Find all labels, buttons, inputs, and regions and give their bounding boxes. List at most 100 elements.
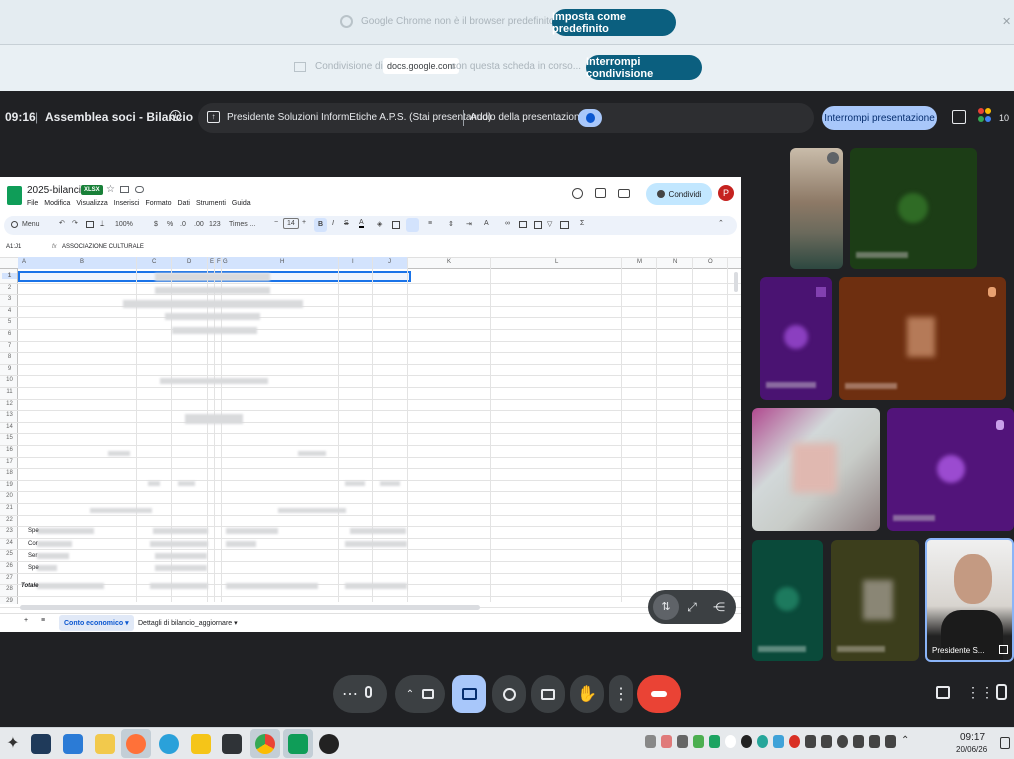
tray-icon[interactable] — [645, 735, 656, 748]
clock-time[interactable]: 09:17 — [960, 732, 985, 743]
row-number[interactable]: 7 — [2, 343, 17, 349]
app-icon[interactable] — [31, 734, 51, 754]
chart-icon[interactable] — [534, 221, 542, 229]
audio-toggle[interactable] — [578, 109, 602, 127]
self-view-tile[interactable]: Presidente S... — [925, 538, 1014, 662]
row-number[interactable]: 5 — [2, 319, 17, 325]
row-number[interactable]: 6 — [2, 331, 17, 337]
menu-format[interactable]: Formato — [145, 200, 171, 207]
percent-format[interactable]: % — [167, 221, 173, 228]
row-number[interactable]: 11 — [2, 389, 17, 395]
col-l[interactable]: L — [555, 259, 558, 265]
all-sheets-icon[interactable]: ≡ — [41, 617, 45, 624]
comment-icon[interactable] — [595, 188, 606, 198]
share-icon[interactable]: ⋲ — [706, 594, 732, 620]
row-number[interactable]: 19 — [2, 482, 17, 488]
filter-icon[interactable]: ▽ — [547, 220, 552, 228]
row-number[interactable]: 27 — [2, 575, 17, 581]
text-color-button[interactable]: A — [359, 219, 364, 228]
link-icon[interactable]: ∞ — [505, 220, 510, 227]
filter-views-icon[interactable] — [560, 221, 569, 229]
row-number[interactable]: 3 — [2, 296, 17, 302]
raise-hand-button[interactable]: ✋ — [570, 675, 604, 713]
col-d[interactable]: D — [187, 259, 191, 265]
row-number[interactable]: 17 — [2, 459, 17, 465]
tray-icon[interactable] — [661, 735, 672, 748]
set-default-button[interactable]: Imposta come predefinito — [552, 9, 676, 36]
print-icon[interactable] — [86, 221, 94, 228]
col-n[interactable]: N — [673, 259, 677, 265]
notification-icon[interactable] — [1000, 737, 1010, 749]
close-icon[interactable]: ✕ — [1002, 15, 1011, 28]
camera-button[interactable]: ⌃ — [395, 675, 445, 713]
menu-tools[interactable]: Strumenti — [196, 200, 226, 207]
row-number[interactable]: 1 — [2, 273, 17, 279]
col-h[interactable]: H — [280, 259, 284, 265]
col-m[interactable]: M — [637, 259, 642, 265]
emoji-button[interactable] — [492, 675, 526, 713]
no-companion-icon[interactable] — [952, 110, 966, 124]
tray-icon[interactable] — [821, 735, 832, 748]
col-j[interactable]: J — [388, 259, 391, 265]
font-select[interactable]: Times ... — [229, 221, 256, 228]
row-number[interactable]: 13 — [2, 412, 17, 418]
row-number[interactable]: 28 — [2, 586, 17, 592]
tray-icon[interactable] — [837, 735, 848, 748]
row-number[interactable]: 22 — [2, 517, 17, 523]
add-sheet-icon[interactable]: + — [24, 617, 28, 624]
row-number[interactable]: 20 — [2, 493, 17, 499]
chat-icon[interactable] — [936, 686, 950, 699]
start-icon[interactable]: ✦ — [3, 734, 23, 754]
increase-decimal[interactable]: .00 — [194, 221, 204, 228]
terminal-icon[interactable] — [222, 734, 242, 754]
tray-icon[interactable] — [789, 735, 800, 748]
cloud-icon[interactable] — [135, 186, 144, 193]
activities-icon[interactable]: ⋮⋮ — [966, 684, 994, 701]
participant-tile[interactable] — [790, 148, 843, 269]
tab-dettagli[interactable]: Dettagli di bilancio_aggiornare ▾ — [138, 619, 238, 627]
col-c[interactable]: C — [152, 259, 156, 265]
tray-icon[interactable] — [805, 735, 816, 748]
redo-icon[interactable]: ↷ — [72, 219, 78, 227]
col-o[interactable]: O — [708, 259, 713, 265]
row-number[interactable]: 2 — [2, 285, 17, 291]
collapse-toolbar-icon[interactable]: ⌃ — [718, 219, 724, 227]
rotate-icon[interactable]: A — [484, 220, 489, 227]
functions-icon[interactable]: Σ — [580, 220, 584, 227]
formula-input[interactable]: ASSOCIAZIONE CULTURALE — [62, 244, 144, 250]
file-explorer-icon[interactable] — [95, 734, 115, 754]
user-avatar[interactable]: P — [718, 185, 734, 201]
decrease-decimal[interactable]: .0 — [180, 221, 186, 228]
paint-format-icon[interactable]: ⍊ — [100, 220, 104, 228]
row-number[interactable]: 21 — [2, 505, 17, 511]
stop-sharing-button[interactable]: Interrompi condivisione — [586, 55, 702, 80]
name-box[interactable]: A1:J1 — [6, 244, 21, 250]
firefox-icon[interactable] — [126, 734, 146, 754]
row-number[interactable]: 10 — [2, 377, 17, 383]
merge-icon[interactable] — [406, 218, 419, 232]
tab-conto-economico[interactable]: Conto economico ▾ — [59, 615, 134, 631]
participant-tile[interactable] — [760, 277, 832, 400]
history-icon[interactable] — [572, 188, 583, 199]
more-options-button[interactable]: ⋯ — [333, 675, 387, 713]
number-format[interactable]: 123 — [209, 221, 221, 228]
row-number[interactable]: 15 — [2, 435, 17, 441]
row-number[interactable]: 18 — [2, 470, 17, 476]
menu-help[interactable]: Guida — [232, 200, 251, 207]
row-number[interactable]: 16 — [2, 447, 17, 453]
tray-icon[interactable] — [741, 735, 752, 748]
volume-icon[interactable] — [885, 735, 896, 748]
app-w-icon[interactable] — [191, 734, 211, 754]
share-button[interactable]: Condividi — [646, 183, 712, 205]
star-icon[interactable]: ☆ — [106, 184, 115, 195]
bold-button[interactable]: B — [314, 218, 327, 232]
search-icon[interactable] — [11, 221, 18, 228]
host-controls-icon[interactable] — [996, 684, 1007, 700]
search-menus[interactable]: Menu — [22, 221, 40, 228]
font-size-decrease[interactable]: − — [274, 219, 278, 226]
obs-icon[interactable] — [319, 734, 339, 754]
tray-icon[interactable] — [693, 735, 704, 748]
tray-icon[interactable] — [853, 735, 864, 748]
tray-icon[interactable] — [773, 735, 784, 748]
meet-icon[interactable] — [618, 189, 630, 198]
